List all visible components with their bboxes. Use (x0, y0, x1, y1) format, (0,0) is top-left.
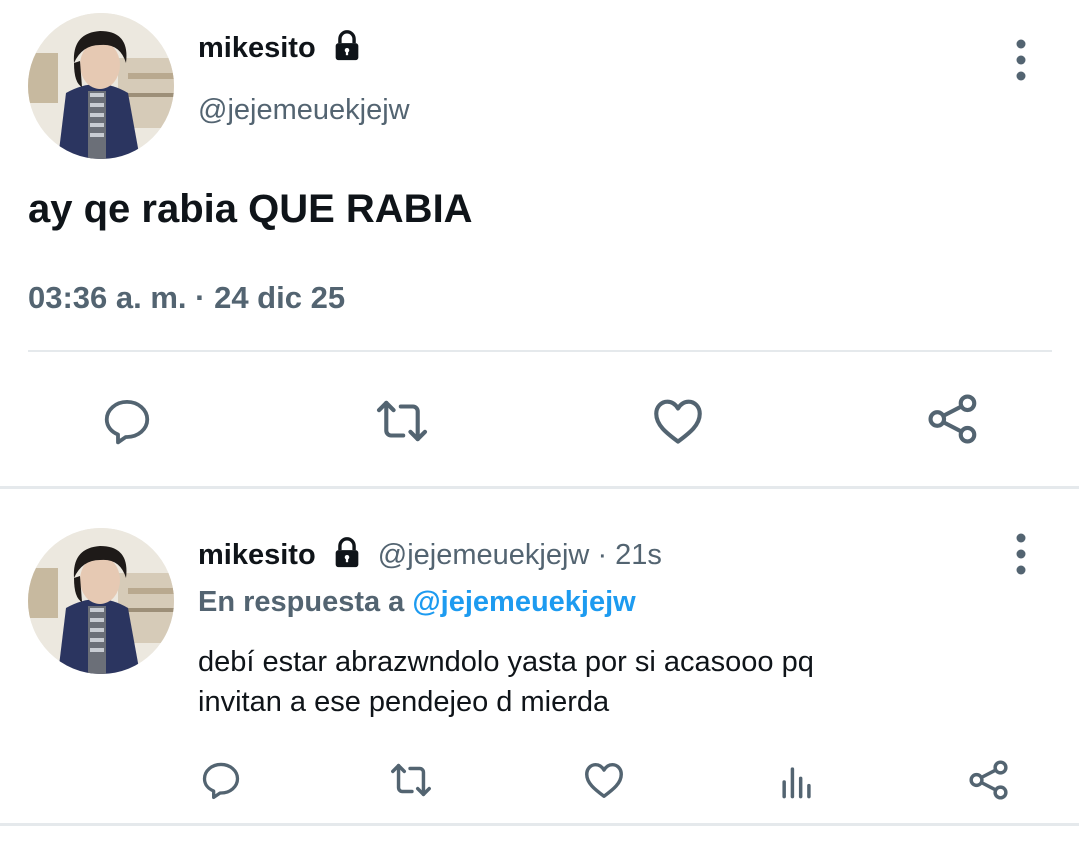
profile-photo (28, 13, 174, 159)
reply-text-line: debí estar abrazwndolo yasta por si acas… (198, 646, 814, 678)
reply-text: debí estar abrazwndolo yasta por si acas… (198, 642, 814, 722)
like-icon (654, 399, 702, 444)
like-button[interactable] (579, 755, 629, 805)
reply-header: mikesito @jejemeuekjejw · 21s (198, 537, 662, 573)
reply-icon (104, 399, 150, 445)
tweet-timestamp[interactable]: 03:36 a. m. · 24 dic 25 (28, 280, 345, 316)
reply-icon (202, 762, 240, 800)
retweet-button[interactable] (386, 755, 436, 805)
tweet-text: ay qe rabia QUE RABIA (28, 187, 473, 231)
profile-photo (28, 528, 174, 674)
section-separator (0, 823, 1079, 826)
analytics-icon (782, 767, 811, 799)
reply-prefix: En respuesta a (198, 586, 405, 618)
share-button[interactable] (964, 755, 1014, 805)
analytics-button[interactable] (772, 757, 822, 807)
retweet-icon (391, 763, 431, 797)
more-options-icon[interactable] (1011, 38, 1031, 82)
reply-context: En respuesta a @jejemeuekjejw (198, 584, 636, 620)
separator-dot: · (597, 539, 616, 571)
share-icon (928, 394, 977, 444)
like-icon (585, 762, 623, 799)
lock-icon (335, 537, 359, 568)
divider (28, 350, 1052, 352)
retweet-icon (376, 400, 428, 442)
retweet-button[interactable] (371, 390, 433, 452)
like-button[interactable] (647, 390, 709, 452)
reply-button[interactable] (96, 390, 158, 452)
user-handle[interactable]: @jejemeuekjejw (198, 92, 410, 128)
avatar[interactable] (28, 13, 174, 159)
section-separator (0, 486, 1079, 489)
share-icon (969, 760, 1008, 800)
reply-button[interactable] (196, 755, 246, 805)
avatar[interactable] (28, 528, 174, 674)
display-name[interactable]: mikesito (198, 539, 316, 571)
share-button[interactable] (922, 388, 984, 450)
lock-icon (335, 30, 359, 61)
display-name[interactable]: mikesito (198, 32, 316, 64)
reply-text-line: invitan a ese pendejeo d mierda (198, 686, 610, 718)
more-options-icon[interactable] (1011, 532, 1031, 576)
time-ago[interactable]: 21s (615, 539, 662, 571)
reply-to-mention[interactable]: @jejemeuekjejw (412, 586, 635, 618)
user-handle[interactable]: @jejemeuekjejw (378, 539, 590, 571)
